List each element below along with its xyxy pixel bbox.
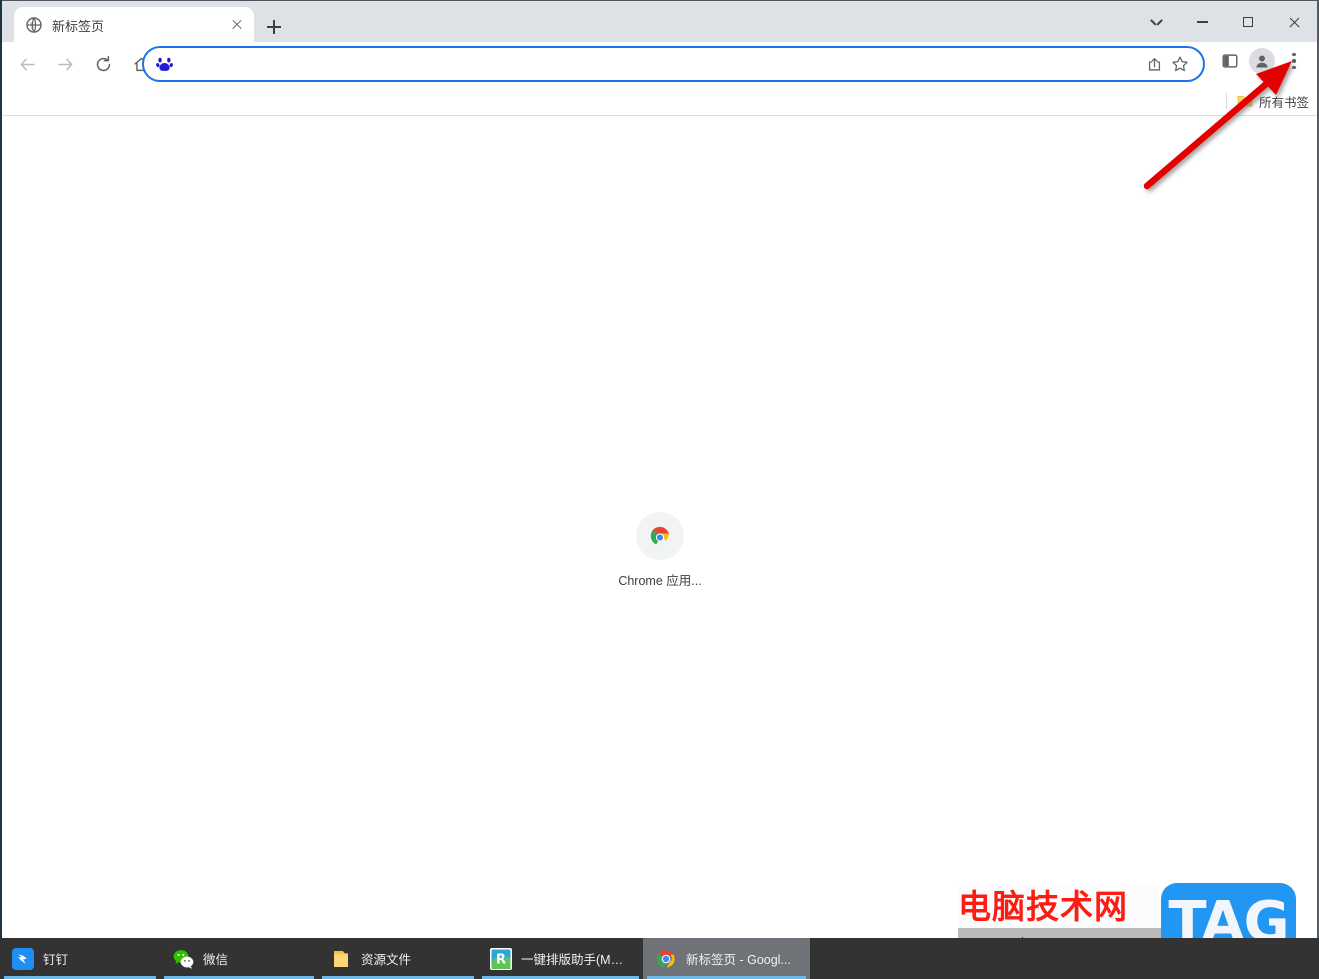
search-input[interactable] [173,56,1141,72]
reload-icon[interactable] [88,49,118,79]
chrome-browser-window: 新标签页 所有书签 Chrome 应用... [0,0,1319,939]
taskbar-item-myedit[interactable]: R 一键排版助手(MyE... [478,938,643,979]
address-bar[interactable] [142,46,1205,82]
side-panel-icon[interactable] [1215,46,1245,76]
three-dot-menu-icon[interactable] [1279,46,1309,76]
tab-title: 新标签页 [52,18,105,34]
title-bar: 新标签页 [2,0,1317,43]
taskbar-item-label: 钉钉 [43,953,69,967]
minimize-icon[interactable] [1179,1,1225,43]
new-tab-page-content: Chrome 应用... [2,116,1317,939]
taskbar-item-resource-files[interactable]: 资源文件 [318,938,478,979]
wechat-icon [172,948,194,970]
browser-toolbar [2,42,1317,86]
taskbar-empty-area [810,938,1319,979]
myedit-icon: R [490,947,512,970]
dingtalk-icon [12,947,34,970]
plus-icon[interactable] [260,13,288,41]
shortcut-label: Chrome 应用... [618,574,702,588]
all-bookmarks-label: 所有书签 [1258,95,1309,110]
browser-tab-active[interactable]: 新标签页 [14,7,254,43]
maximize-icon[interactable] [1225,1,1271,43]
chrome-logo-icon [636,512,684,560]
chrome-logo-icon [655,948,677,970]
share-icon[interactable] [1141,51,1167,77]
close-icon[interactable] [228,16,246,34]
bookmarks-bar: 所有书签 [2,86,1317,116]
chevron-down-icon[interactable] [1133,1,1179,43]
taskbar-item-label: 微信 [203,953,229,967]
screenshot-root: 新标签页 所有书签 Chrome 应用... 电脑技术网 TAG 钉钉 微信 资… [0,0,1319,979]
taskbar-item-dingtalk[interactable]: 钉钉 [0,938,160,979]
toolbar-right-icons [1213,46,1309,76]
folder-icon [1237,94,1253,108]
taskbar-item-label: 一键排版助手(MyE... [521,953,629,967]
window-controls [1133,1,1317,43]
all-bookmarks-button[interactable]: 所有书签 [1225,86,1309,116]
taskbar-item-label: 资源文件 [361,953,412,967]
close-icon[interactable] [1271,1,1317,43]
folder-yellow-icon [330,948,352,970]
baidu-paw-icon [156,56,173,73]
globe-icon [26,17,42,33]
svg-text:R: R [496,952,506,967]
arrow-right-icon[interactable] [50,49,80,79]
taskbar-item-chrome[interactable]: 新标签页 - Googl... [643,938,810,979]
taskbar-item-wechat[interactable]: 微信 [160,938,318,979]
taskbar-item-label: 新标签页 - Googl... [686,953,791,967]
windows-taskbar: 钉钉 微信 资源文件 R 一键排版助手(MyE... 新标签页 - Googl.… [0,938,1319,979]
shortcut-chrome-apps[interactable]: Chrome 应用... [612,512,708,589]
separator [1225,93,1227,109]
arrow-left-icon[interactable] [12,49,42,79]
avatar-icon[interactable] [1247,46,1277,76]
star-icon[interactable] [1167,51,1193,77]
